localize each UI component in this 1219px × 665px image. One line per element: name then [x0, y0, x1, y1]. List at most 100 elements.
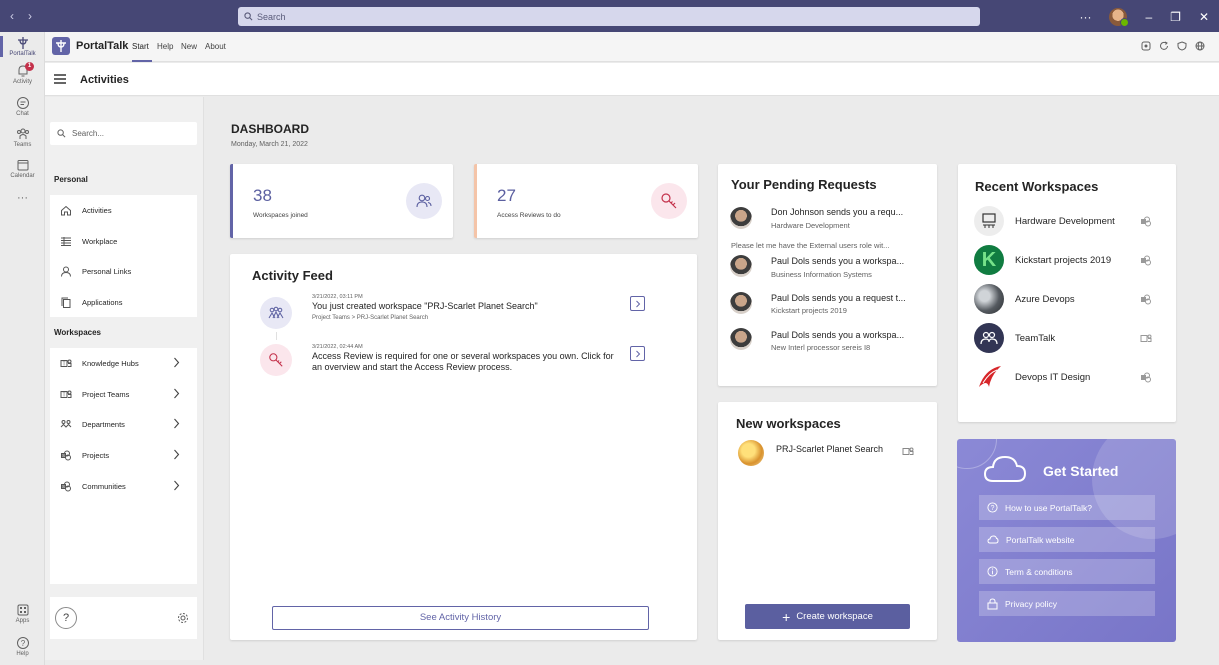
feed-item-open-button[interactable] [630, 346, 645, 361]
home-icon [61, 205, 71, 215]
request-name[interactable]: Paul Dols sends you a request t... [771, 293, 906, 303]
feed-item-sub: Project Teams > PRJ-Scarlet Planet Searc… [312, 315, 429, 321]
plus-icon: + [782, 608, 791, 625]
popout-icon[interactable] [1141, 41, 1151, 51]
recent-workspace-row[interactable]: Azure Devops [974, 284, 1156, 316]
create-workspace-button[interactable]: + Create workspace [745, 604, 910, 629]
app-header: PortalTalk Start Help New About [45, 32, 1219, 62]
chevron-right-icon [174, 480, 180, 491]
request-sub: Hardware Development [771, 221, 850, 230]
hamburger-menu-icon[interactable] [54, 74, 66, 84]
stat-value: 27 [497, 186, 516, 205]
hardware-icon [974, 206, 1004, 236]
refresh-icon[interactable] [1159, 41, 1169, 51]
decorative-bubble [1092, 439, 1176, 539]
request-name[interactable]: Paul Dols sends you a workspa... [771, 256, 904, 266]
request-sub: Kickstart projects 2019 [771, 306, 847, 315]
user-avatar[interactable] [1109, 8, 1130, 27]
rail-item-teams[interactable]: Teams [0, 127, 45, 148]
workspaces-nav: T Knowledge Hubs T Project Teams Departm… [50, 348, 197, 584]
request-note: Please let me have the External users ro… [731, 241, 890, 250]
globe-icon[interactable] [1195, 41, 1205, 51]
shield-icon[interactable] [1177, 41, 1187, 51]
planet-icon [738, 440, 764, 466]
rail-item-calendar[interactable]: Calendar [0, 158, 45, 179]
terms-link[interactable]: Term & conditions [979, 559, 1155, 584]
dashboard-date: Monday, March 21, 2022 [231, 141, 308, 148]
gear-icon[interactable] [177, 612, 189, 624]
devops-it-design-logo-icon [974, 362, 1004, 392]
search-icon [57, 129, 66, 138]
tab-start[interactable]: Start [132, 42, 149, 51]
stat-card-workspaces[interactable]: 38 Workspaces joined [230, 164, 453, 238]
teams-icon: T [60, 390, 72, 398]
help-button[interactable]: ? [55, 607, 77, 629]
sidebar-item-personal-links[interactable]: Personal Links [50, 256, 197, 286]
tab-new[interactable]: New [181, 42, 197, 51]
new-workspaces-title: New workspaces [736, 416, 841, 431]
lock-icon [987, 597, 998, 609]
stat-card-access-reviews[interactable]: 27 Access Reviews to do [474, 164, 698, 238]
rail-item-more[interactable]: ··· [0, 192, 45, 204]
sidebar-item-project-teams[interactable]: T Project Teams [50, 379, 197, 409]
sidebar-item-applications[interactable]: Applications [50, 287, 197, 317]
feed-item-text: You just created workspace "PRJ-Scarlet … [312, 301, 538, 311]
rail-item-portaltalk[interactable]: PortalTalk [0, 36, 45, 57]
request-name[interactable]: Don Johnson sends you a requ... [771, 207, 903, 217]
chevron-right-icon [174, 357, 180, 368]
sidebar-item-projects[interactable]: S Projects [50, 440, 197, 470]
maximize-icon[interactable]: ❐ [1170, 10, 1181, 24]
new-workspaces-card: New workspaces PRJ-Scarlet Planet Search… [718, 402, 937, 640]
portaltalk-website-link[interactable]: PortalTalk website [979, 527, 1155, 552]
request-name[interactable]: Paul Dols sends you a workspa... [771, 330, 904, 340]
feed-item-open-button[interactable] [630, 296, 645, 311]
chevron-right-icon [174, 388, 180, 399]
how-to-use-link[interactable]: ? How to use PortalTalk? [979, 495, 1155, 520]
close-icon[interactable]: ✕ [1199, 10, 1209, 24]
chevron-right-icon [174, 449, 180, 460]
new-workspace-name[interactable]: PRJ-Scarlet Planet Search [776, 444, 883, 454]
sidebar-item-departments[interactable]: Departments [50, 409, 197, 439]
avatar [730, 207, 752, 229]
recent-workspace-name: Devops IT Design [1015, 372, 1091, 383]
avatar [730, 255, 752, 277]
key-icon [260, 344, 292, 376]
sidebar-search-input[interactable]: Search... [50, 122, 197, 145]
recent-workspace-row[interactable]: K Kickstart projects 2019 [974, 245, 1156, 277]
svg-text:S: S [62, 453, 65, 458]
sharepoint-icon: S [61, 481, 71, 491]
global-search-input[interactable]: Search [238, 7, 980, 26]
see-activity-history-button[interactable]: See Activity History [272, 606, 649, 630]
info-icon [987, 566, 998, 577]
svg-text:?: ? [991, 505, 995, 512]
avatar [730, 292, 752, 314]
pending-requests-card: Your Pending Requests Don Johnson sends … [718, 164, 937, 386]
recent-workspace-name: Hardware Development [1015, 216, 1115, 227]
sidebar-item-communities[interactable]: S Communities [50, 471, 197, 501]
tab-about[interactable]: About [205, 42, 226, 51]
get-started-title: Get Started [1043, 463, 1119, 479]
tab-help[interactable]: Help [157, 42, 173, 51]
sidebar-item-workplace[interactable]: Workplace [50, 226, 197, 256]
back-icon[interactable]: ‹ [10, 9, 14, 23]
recent-workspace-name: TeamTalk [1015, 333, 1056, 344]
sidebar-item-activities[interactable]: Activities [50, 195, 197, 225]
more-options-icon[interactable]: ··· [1079, 10, 1091, 24]
minimize-icon[interactable]: – [1145, 10, 1152, 24]
title-bar: ‹ › Search ··· – ❐ ✕ [0, 0, 1219, 32]
recent-workspace-row[interactable]: TeamTalk [974, 323, 1156, 355]
workspaces-heading: Workspaces [54, 328, 101, 337]
sharepoint-icon [1141, 372, 1151, 383]
sidebar-item-knowledge-hubs[interactable]: T Knowledge Hubs [50, 348, 197, 378]
recent-workspace-row[interactable]: Devops IT Design [974, 362, 1156, 394]
rail-item-help[interactable]: ? Help [0, 636, 45, 657]
rail-item-chat[interactable]: Chat [0, 96, 45, 117]
rail-item-apps[interactable]: Apps [0, 603, 45, 624]
sharepoint-icon [1141, 216, 1151, 227]
privacy-policy-link[interactable]: Privacy policy [979, 591, 1155, 616]
rail-item-activity[interactable]: 1 Activity [0, 62, 45, 85]
activity-feed-card: Activity Feed 3/21/2022, 03:11 PM You ju… [230, 254, 697, 640]
recent-workspace-row[interactable]: Hardware Development [974, 206, 1156, 238]
forward-icon[interactable]: › [28, 9, 32, 23]
grid-icon [61, 236, 71, 246]
